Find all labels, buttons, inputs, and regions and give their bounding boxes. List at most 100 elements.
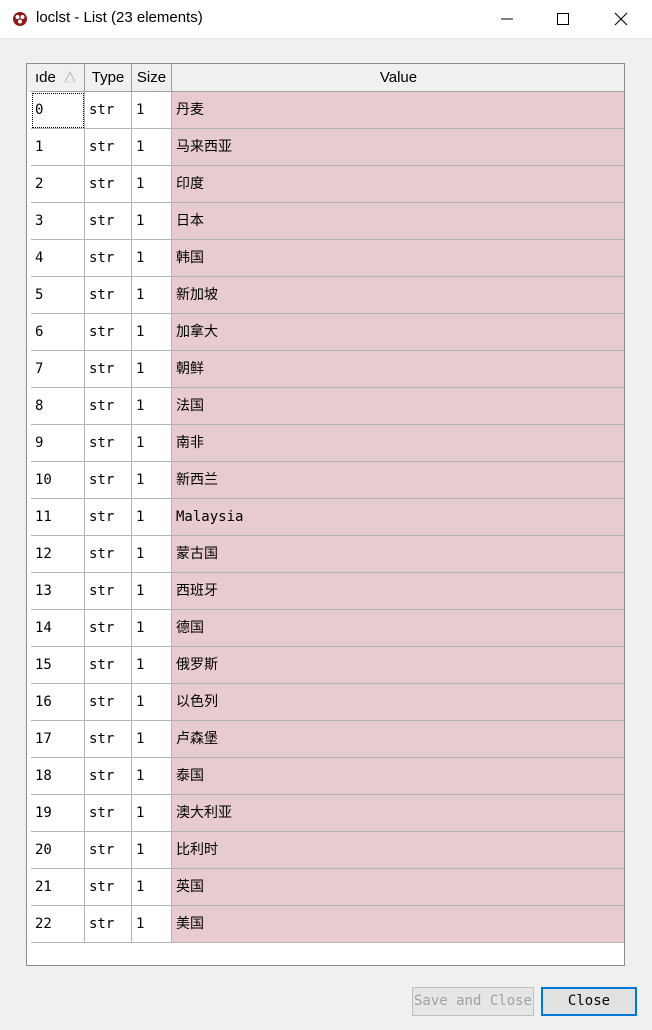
table-row[interactable]: 10 str 1 新西兰 — [31, 462, 624, 499]
value-cell[interactable]: 美国 — [172, 906, 624, 943]
type-cell[interactable]: str — [85, 573, 132, 610]
maximize-button[interactable] — [534, 0, 592, 38]
type-cell[interactable]: str — [85, 351, 132, 388]
size-cell[interactable]: 1 — [132, 462, 172, 499]
column-header-index[interactable]: ıde — [31, 64, 85, 92]
table-row[interactable]: 2 str 1 印度 — [31, 166, 624, 203]
table-row[interactable]: 12 str 1 蒙古国 — [31, 536, 624, 573]
type-cell[interactable]: str — [85, 758, 132, 795]
index-cell[interactable]: 0 — [31, 92, 85, 129]
size-cell[interactable]: 1 — [132, 647, 172, 684]
size-cell[interactable]: 1 — [132, 906, 172, 943]
size-cell[interactable]: 1 — [132, 795, 172, 832]
value-cell[interactable]: 印度 — [172, 166, 624, 203]
value-cell[interactable]: 俄罗斯 — [172, 647, 624, 684]
index-cell[interactable]: 1 — [31, 129, 85, 166]
minimize-button[interactable] — [478, 0, 536, 38]
type-cell[interactable]: str — [85, 795, 132, 832]
type-cell[interactable]: str — [85, 499, 132, 536]
close-window-button[interactable] — [592, 0, 650, 38]
type-cell[interactable]: str — [85, 277, 132, 314]
type-cell[interactable]: str — [85, 240, 132, 277]
size-cell[interactable]: 1 — [132, 721, 172, 758]
value-cell[interactable]: 卢森堡 — [172, 721, 624, 758]
size-cell[interactable]: 1 — [132, 610, 172, 647]
table-row[interactable]: 11 str 1 Malaysia — [31, 499, 624, 536]
index-cell[interactable]: 5 — [31, 277, 85, 314]
type-cell[interactable]: str — [85, 92, 132, 129]
table-row[interactable]: 19 str 1 澳大利亚 — [31, 795, 624, 832]
table-row[interactable]: 3 str 1 日本 — [31, 203, 624, 240]
value-cell[interactable]: 韩国 — [172, 240, 624, 277]
table-row[interactable]: 18 str 1 泰国 — [31, 758, 624, 795]
type-cell[interactable]: str — [85, 684, 132, 721]
size-cell[interactable]: 1 — [132, 536, 172, 573]
table-row[interactable]: 21 str 1 英国 — [31, 869, 624, 906]
size-cell[interactable]: 1 — [132, 314, 172, 351]
type-cell[interactable]: str — [85, 721, 132, 758]
table-row[interactable]: 7 str 1 朝鲜 — [31, 351, 624, 388]
index-cell[interactable]: 4 — [31, 240, 85, 277]
column-header-type[interactable]: Type — [85, 64, 132, 92]
type-cell[interactable]: str — [85, 610, 132, 647]
value-cell[interactable]: 澳大利亚 — [172, 795, 624, 832]
index-cell[interactable]: 17 — [31, 721, 85, 758]
type-cell[interactable]: str — [85, 647, 132, 684]
type-cell[interactable]: str — [85, 906, 132, 943]
value-cell[interactable]: 英国 — [172, 869, 624, 906]
type-cell[interactable]: str — [85, 129, 132, 166]
size-cell[interactable]: 1 — [132, 129, 172, 166]
value-cell[interactable]: Malaysia — [172, 499, 624, 536]
index-cell[interactable]: 11 — [31, 499, 85, 536]
size-cell[interactable]: 1 — [132, 240, 172, 277]
index-cell[interactable]: 13 — [31, 573, 85, 610]
close-button[interactable]: Close — [541, 987, 637, 1016]
size-cell[interactable]: 1 — [132, 499, 172, 536]
size-cell[interactable]: 1 — [132, 92, 172, 129]
type-cell[interactable]: str — [85, 203, 132, 240]
index-cell[interactable]: 8 — [31, 388, 85, 425]
index-cell[interactable]: 3 — [31, 203, 85, 240]
size-cell[interactable]: 1 — [132, 869, 172, 906]
table-row[interactable]: 14 str 1 德国 — [31, 610, 624, 647]
collection-table[interactable]: ıde Type Size Value 0 str 1 丹麦 1 str 1 马来西亚 2 str… — [26, 63, 625, 966]
value-cell[interactable]: 德国 — [172, 610, 624, 647]
type-cell[interactable]: str — [85, 869, 132, 906]
type-cell[interactable]: str — [85, 425, 132, 462]
table-row[interactable]: 20 str 1 比利时 — [31, 832, 624, 869]
table-row[interactable]: 22 str 1 美国 — [31, 906, 624, 943]
index-cell[interactable]: 9 — [31, 425, 85, 462]
index-cell[interactable]: 15 — [31, 647, 85, 684]
value-cell[interactable]: 朝鲜 — [172, 351, 624, 388]
size-cell[interactable]: 1 — [132, 758, 172, 795]
index-cell[interactable]: 2 — [31, 166, 85, 203]
index-cell[interactable]: 19 — [31, 795, 85, 832]
index-cell[interactable]: 16 — [31, 684, 85, 721]
index-cell[interactable]: 12 — [31, 536, 85, 573]
value-cell[interactable]: 西班牙 — [172, 573, 624, 610]
table-row[interactable]: 5 str 1 新加坡 — [31, 277, 624, 314]
column-header-value[interactable]: Value — [172, 64, 624, 92]
size-cell[interactable]: 1 — [132, 684, 172, 721]
type-cell[interactable]: str — [85, 462, 132, 499]
table-row[interactable]: 16 str 1 以色列 — [31, 684, 624, 721]
table-row[interactable]: 4 str 1 韩国 — [31, 240, 624, 277]
type-cell[interactable]: str — [85, 166, 132, 203]
table-row[interactable]: 17 str 1 卢森堡 — [31, 721, 624, 758]
size-cell[interactable]: 1 — [132, 425, 172, 462]
index-cell[interactable]: 10 — [31, 462, 85, 499]
value-cell[interactable]: 加拿大 — [172, 314, 624, 351]
save-and-close-button[interactable]: Save and Close — [412, 987, 534, 1016]
value-cell[interactable]: 法国 — [172, 388, 624, 425]
size-cell[interactable]: 1 — [132, 203, 172, 240]
index-cell[interactable]: 20 — [31, 832, 85, 869]
table-row[interactable]: 1 str 1 马来西亚 — [31, 129, 624, 166]
column-header-size[interactable]: Size — [132, 64, 172, 92]
table-row[interactable]: 13 str 1 西班牙 — [31, 573, 624, 610]
value-cell[interactable]: 丹麦 — [172, 92, 624, 129]
value-cell[interactable]: 新西兰 — [172, 462, 624, 499]
table-row[interactable]: 8 str 1 法国 — [31, 388, 624, 425]
table-row[interactable]: 6 str 1 加拿大 — [31, 314, 624, 351]
value-cell[interactable]: 以色列 — [172, 684, 624, 721]
index-cell[interactable]: 7 — [31, 351, 85, 388]
